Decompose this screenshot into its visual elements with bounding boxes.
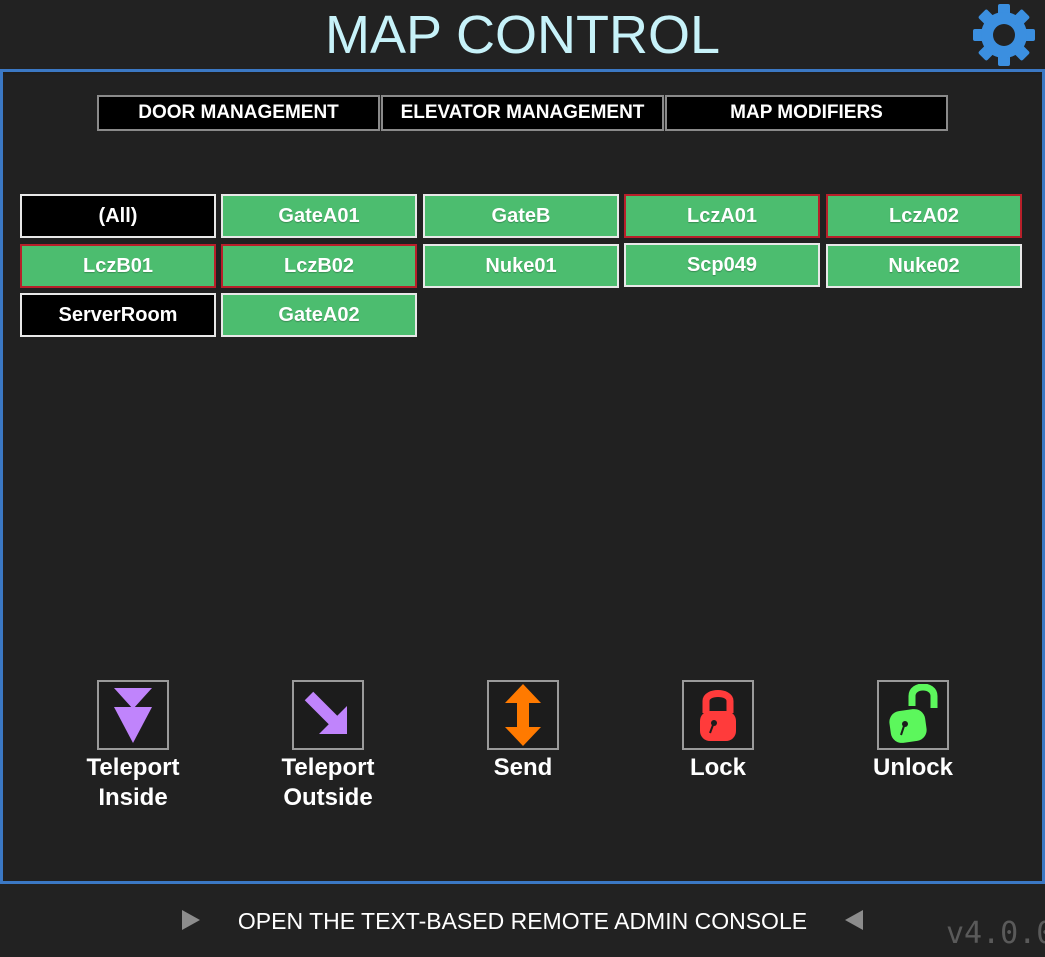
unlock-label: Unlock [872,754,953,781]
tab-map-modifiers[interactable]: MAP MODIFIERS [665,95,948,131]
open-console-link[interactable]: OPEN THE TEXT-BASED REMOTE ADMIN CONSOLE [0,906,1045,936]
door-button-gatea01[interactable]: GateA01 [221,194,417,238]
door-button-lcza01[interactable]: LczA01 [624,194,820,238]
door-button-all[interactable]: (All) [20,194,216,238]
teleport-inside-icon [114,688,152,743]
header-bar: MAP CONTROL [0,0,1045,72]
play-left-icon[interactable] [845,910,863,930]
teleport-inside-icon-box [97,680,169,750]
door-button-lcza02[interactable]: LczA02 [826,194,1022,238]
door-button-lczb01[interactable]: LczB01 [20,244,216,288]
door-button-scp049[interactable]: Scp049 [624,243,820,287]
send-label: Send [493,754,553,781]
main-panel: DOOR MANAGEMENT ELEVATOR MANAGEMENT MAP … [3,75,1042,881]
tab-door-management[interactable]: DOOR MANAGEMENT [97,95,380,131]
unlock-icon [889,684,938,743]
door-button-nuke02[interactable]: Nuke02 [826,244,1022,288]
door-button-gatea02[interactable]: GateA02 [221,293,417,337]
send-button[interactable]: Send [438,680,608,783]
door-button-nuke01[interactable]: Nuke01 [423,244,619,288]
lock-icon-box [682,680,754,750]
page-title: MAP CONTROL [324,5,721,65]
teleport-outside-icon [304,691,347,734]
version-label: v4.0.0 [946,916,1045,951]
lock-icon [700,690,736,741]
door-button-lczb02[interactable]: LczB02 [221,244,417,288]
door-button-serverroom[interactable]: ServerRoom [20,293,216,337]
footer-bar: OPEN THE TEXT-BASED REMOTE ADMIN CONSOLE… [0,881,1045,957]
gear-icon[interactable] [970,2,1038,68]
unlock-icon-box [877,680,949,750]
send-icon-box [487,680,559,750]
teleport-inside-label: Teleport Inside [86,754,180,811]
lock-button[interactable]: Lock [633,680,803,783]
tab-elevator-management[interactable]: ELEVATOR MANAGEMENT [381,95,664,131]
door-button-gateb[interactable]: GateB [423,194,619,238]
unlock-button[interactable]: Unlock [828,680,998,783]
send-icon [505,684,541,746]
lock-label: Lock [689,754,746,781]
teleport-outside-button[interactable]: Teleport Outside [243,680,413,813]
teleport-outside-label: Teleport Outside [281,754,375,811]
teleport-outside-icon-box [292,680,364,750]
teleport-inside-button[interactable]: Teleport Inside [48,680,218,813]
